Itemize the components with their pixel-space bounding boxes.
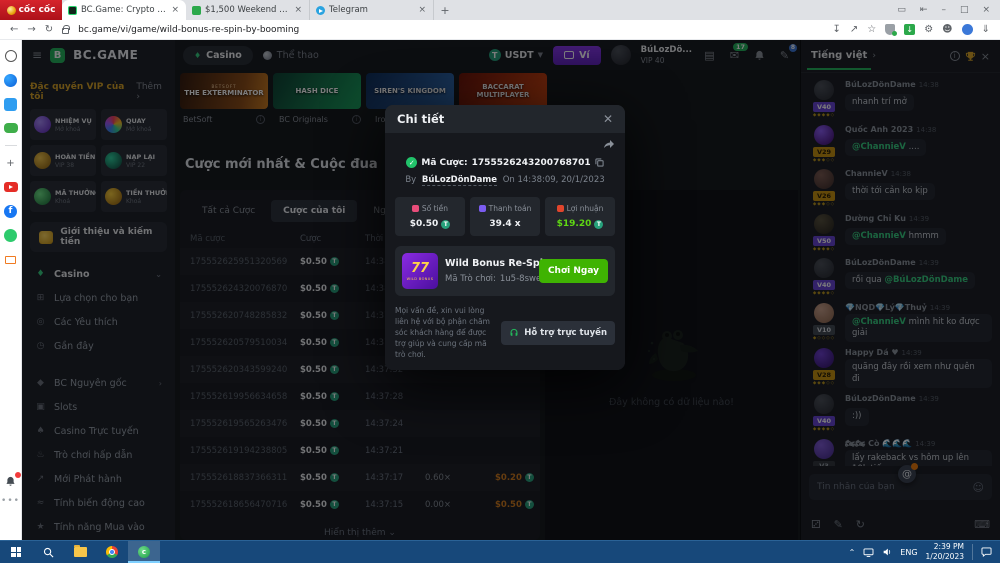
game-thumbnail[interactable]: 77 WILD BONUS (402, 253, 438, 289)
facebook-icon[interactable]: f (4, 205, 17, 218)
adblock-shield-icon[interactable] (885, 24, 895, 35)
game-name: Wild Bonus Re-Spin (445, 258, 532, 269)
forward-icon[interactable]: → (27, 24, 35, 35)
stat-profit: Lợi nhuận $19.20T (545, 197, 615, 236)
bet-details-modal: Chi tiết ✕ ✓ Mã Cược: 175552624320076870… (385, 105, 625, 370)
tab-bcgame[interactable]: BC.Game: Crypto Casino Gan × (62, 0, 186, 20)
back-icon[interactable]: ← (10, 24, 18, 35)
profile-avatar[interactable] (962, 24, 973, 35)
url-text[interactable]: bc.game/vi/game/wild-bonus-re-spin-by-bo… (78, 25, 823, 35)
tab-close-icon[interactable]: × (170, 5, 180, 15)
extensions-icon[interactable]: ⚙ (924, 24, 933, 35)
tab-close-icon[interactable]: × (293, 5, 303, 15)
send-to-device-icon[interactable]: ↧ (832, 24, 840, 35)
close-button[interactable]: × (982, 5, 990, 15)
platipus-favicon (192, 6, 201, 15)
network-icon[interactable] (863, 548, 874, 557)
bet-username[interactable]: BúLozDönDame (422, 175, 497, 186)
coccoc-brand[interactable]: cốc cốc (0, 0, 62, 20)
start-button[interactable] (0, 541, 32, 563)
more-icon[interactable]: ••• (4, 494, 18, 508)
tab-platipus[interactable]: $1,500 Weekend Platipus M.. × (186, 0, 310, 20)
divider (972, 544, 973, 560)
amount-icon (412, 205, 419, 212)
divider (5, 145, 17, 146)
bet-id-label: Mã Cược: (421, 158, 467, 168)
tab-telegram[interactable]: Telegram × (310, 0, 434, 20)
tab-close-icon[interactable]: × (417, 5, 427, 15)
share-icon[interactable] (603, 139, 615, 151)
notification-dot (15, 472, 21, 478)
game-card: 77 WILD BONUS Wild Bonus Re-Spin Mã Trò … (395, 246, 615, 296)
coccoc-logo-icon (7, 6, 16, 15)
by-label: By (405, 175, 416, 185)
history-icon[interactable] (5, 50, 17, 62)
bookmark-star-icon[interactable]: ☆ (867, 24, 876, 35)
minimize-button[interactable]: – (941, 5, 946, 15)
brand-label: cốc cốc (19, 5, 56, 15)
tab-title: BC.Game: Crypto Casino Gan (81, 5, 166, 15)
address-bar: ← → ↻ bc.game/vi/game/wild-bonus-re-spin… (0, 20, 1000, 40)
bcgame-app: ≡ B BC.GAME Đặc quyền VIP của tôi Thêm ›… (22, 40, 1000, 540)
play-now-button[interactable]: Chơi Ngay (539, 259, 608, 283)
reload-icon[interactable]: ↻ (45, 24, 53, 35)
bcgame-favicon (68, 6, 77, 15)
file-explorer-button[interactable] (64, 541, 96, 563)
reader-mode-icon[interactable]: ▭ (897, 5, 906, 15)
close-modal-icon[interactable]: ✕ (603, 112, 613, 126)
coccoc-button[interactable]: c (128, 541, 160, 563)
tab-search-icon[interactable]: ⇤ (920, 5, 928, 15)
people-icon[interactable]: ☻ (942, 24, 952, 35)
profit-icon (557, 205, 564, 212)
maximize-button[interactable]: □ (960, 5, 969, 15)
chrome-button[interactable] (96, 541, 128, 563)
notification-bell-icon[interactable] (4, 474, 18, 488)
headset-icon (509, 328, 519, 338)
messenger-icon[interactable] (4, 74, 17, 87)
shopping-cart-icon[interactable] (5, 256, 16, 264)
taskbar-chevron-icon[interactable]: ⌃ (849, 548, 856, 557)
telegram-favicon (316, 6, 325, 15)
search-button[interactable] (32, 541, 64, 563)
zalo-icon[interactable] (4, 229, 17, 242)
stat-amount: Số tiền $0.50T (395, 197, 465, 236)
action-center-icon[interactable] (981, 547, 992, 557)
bet-datetime: 14:38:09, 20/1/2023 (517, 175, 604, 185)
bet-id-value: 1755526243200768701 (472, 158, 591, 168)
share-icon[interactable]: ↗ (850, 24, 858, 35)
stat-payout: Thanh toán 39.4 x (470, 197, 540, 236)
music-app-icon[interactable] (4, 98, 17, 111)
browser-chrome: cốc cốc BC.Game: Crypto Casino Gan × $1,5… (0, 0, 1000, 40)
on-label: On (503, 175, 515, 185)
modal-title: Chi tiết (397, 112, 444, 126)
support-note: Mọi vấn đề, xin vui lòng liên hệ với bộ … (395, 306, 493, 360)
tab-title: $1,500 Weekend Platipus M.. (205, 5, 289, 15)
live-support-button[interactable]: Hỗ trợ trực tuyến (501, 321, 615, 345)
tab-strip: cốc cốc BC.Game: Crypto Casino Gan × $1,5… (0, 0, 1000, 20)
games-icon[interactable] (4, 123, 18, 133)
tab-title: Telegram (329, 5, 413, 15)
downloads-tray-icon[interactable]: ⇓ (982, 24, 990, 35)
volume-icon[interactable] (882, 547, 892, 557)
input-language[interactable]: ENG (900, 548, 917, 557)
download-manager-icon[interactable]: ↓ (904, 24, 915, 35)
payout-icon (479, 205, 486, 212)
game-code-label: Mã Trò chơi: (445, 274, 496, 284)
clock[interactable]: 2:39 PM1/20/2023 (926, 542, 964, 562)
verified-icon: ✓ (406, 157, 417, 168)
lock-icon (62, 28, 69, 34)
new-tab-button[interactable]: + (434, 0, 456, 20)
copy-icon[interactable] (595, 158, 604, 167)
usdt-coin-icon: T (441, 220, 450, 229)
youtube-icon[interactable] (4, 182, 18, 192)
windows-taskbar: c ⌃ ENG 2:39 PM1/20/2023 (0, 540, 1000, 563)
browser-side-strip: + f ••• (0, 40, 22, 540)
add-shortcut-icon[interactable]: + (4, 156, 18, 170)
usdt-coin-icon: T (594, 220, 603, 229)
